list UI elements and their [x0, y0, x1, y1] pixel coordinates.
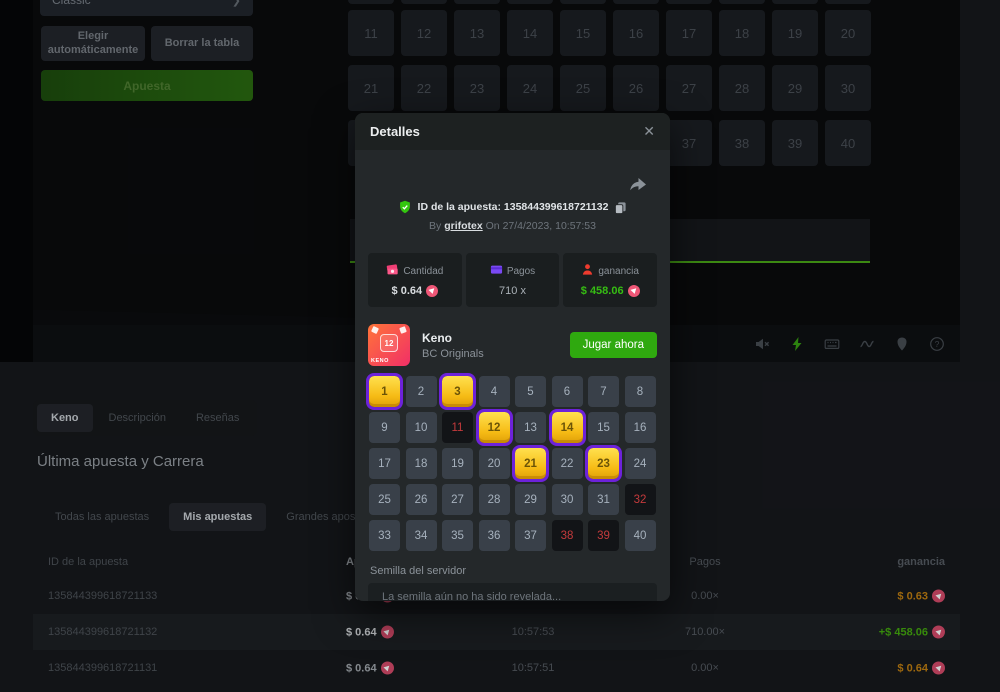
card-icon [490, 263, 503, 279]
verified-shield-icon [398, 200, 412, 214]
result-number-39: 39 [588, 520, 619, 551]
result-number-9: 9 [369, 412, 400, 443]
game-name: Keno [422, 331, 484, 345]
result-number-11: 11 [442, 412, 473, 443]
result-number-14: 14 [552, 412, 583, 443]
token-icon [628, 285, 640, 297]
result-number-20: 20 [479, 448, 510, 479]
result-number-27: 27 [442, 484, 473, 515]
result-number-8: 8 [625, 376, 656, 407]
by-label: By [429, 220, 441, 232]
stat-cantidad: Cantidad $ 0.64 [368, 253, 462, 307]
stat-label-text: Cantidad [403, 266, 443, 277]
result-number-19: 19 [442, 448, 473, 479]
stat-value-text: 710 x [499, 285, 526, 297]
result-number-10: 10 [406, 412, 437, 443]
stat-value: $ 0.64 [392, 285, 439, 297]
cash-icon [386, 263, 399, 279]
bet-datetime: 27/4/2023, 10:57:53 [503, 220, 596, 232]
server-seed-label: Semilla del servidor [370, 565, 466, 577]
result-number-37: 37 [515, 520, 546, 551]
result-number-24: 24 [625, 448, 656, 479]
result-number-17: 17 [369, 448, 400, 479]
result-number-40: 40 [625, 520, 656, 551]
username-link[interactable]: grifotex [444, 220, 483, 232]
stat-label-text: Pagos [507, 266, 535, 277]
page: Classic ❯ Elegir automáticamente Borrar … [0, 0, 1000, 692]
result-number-38: 38 [552, 520, 583, 551]
share-icon[interactable] [628, 175, 648, 195]
close-icon[interactable]: ✕ [643, 123, 655, 140]
result-number-28: 28 [479, 484, 510, 515]
play-now-button[interactable]: Jugar ahora [570, 332, 657, 358]
bet-meta-row: By grifotex On 27/4/2023, 10:57:53 [355, 220, 670, 232]
modal-title: Detalles [370, 124, 420, 139]
modal-header: Detalles ✕ [355, 113, 670, 150]
result-number-34: 34 [406, 520, 437, 551]
result-number-4: 4 [479, 376, 510, 407]
bet-id-text: ID de la apuesta: 135844399618721132 [418, 201, 609, 213]
result-number-12: 12 [479, 412, 510, 443]
keno-result-grid: 1234567891011121314151617181920212223242… [369, 376, 656, 551]
on-label: On [486, 220, 500, 232]
token-icon [426, 285, 438, 297]
result-number-31: 31 [588, 484, 619, 515]
token-glyph [429, 288, 436, 294]
bet-details-modal: Detalles ✕ ID de la apuesta: 13584439961… [355, 113, 670, 601]
server-seed-field[interactable]: La semilla aún no ha sido revelada... [368, 583, 657, 601]
stat-ganancia: ganancia $ 458.06 [563, 253, 657, 307]
result-number-7: 7 [588, 376, 619, 407]
bet-stats: Cantidad $ 0.64 Pagos 710 x ganancia $ 458.06 [368, 253, 657, 307]
stat-value: 710 x [499, 285, 526, 297]
stat-value-text: $ 0.64 [392, 285, 423, 297]
game-row: 12 KENO Keno BC Originals Jugar ahora [368, 321, 657, 369]
result-number-26: 26 [406, 484, 437, 515]
thumb-number-tile: 12 [380, 334, 398, 352]
result-number-16: 16 [625, 412, 656, 443]
game-info: Keno BC Originals [422, 331, 484, 360]
result-number-22: 22 [552, 448, 583, 479]
result-number-23: 23 [588, 448, 619, 479]
result-number-6: 6 [552, 376, 583, 407]
result-number-15: 15 [588, 412, 619, 443]
result-number-13: 13 [515, 412, 546, 443]
bet-id-row: ID de la apuesta: 135844399618721132 [355, 200, 670, 214]
result-number-1: 1 [369, 376, 400, 407]
result-number-25: 25 [369, 484, 400, 515]
result-number-32: 32 [625, 484, 656, 515]
result-number-5: 5 [515, 376, 546, 407]
keno-game-thumbnail[interactable]: 12 KENO [368, 324, 410, 366]
result-number-35: 35 [442, 520, 473, 551]
stat-label: Cantidad [386, 263, 443, 279]
result-number-18: 18 [406, 448, 437, 479]
result-number-21: 21 [515, 448, 546, 479]
result-number-33: 33 [369, 520, 400, 551]
thumb-keno-label: KENO [371, 358, 389, 364]
profit-icon [581, 263, 594, 279]
stat-pagos: Pagos 710 x [466, 253, 560, 307]
result-number-29: 29 [515, 484, 546, 515]
stat-value-text: $ 458.06 [581, 285, 624, 297]
dice-icon [399, 326, 407, 334]
result-number-3: 3 [442, 376, 473, 407]
result-number-2: 2 [406, 376, 437, 407]
stat-label: Pagos [490, 263, 535, 279]
dice-icon [371, 326, 379, 334]
result-number-36: 36 [479, 520, 510, 551]
game-provider: BC Originals [422, 348, 484, 360]
stat-label-text: ganancia [598, 266, 639, 277]
token-glyph [630, 288, 637, 294]
copy-icon[interactable] [614, 201, 627, 214]
stat-value: $ 458.06 [581, 285, 640, 297]
stat-label: ganancia [581, 263, 639, 279]
result-number-30: 30 [552, 484, 583, 515]
